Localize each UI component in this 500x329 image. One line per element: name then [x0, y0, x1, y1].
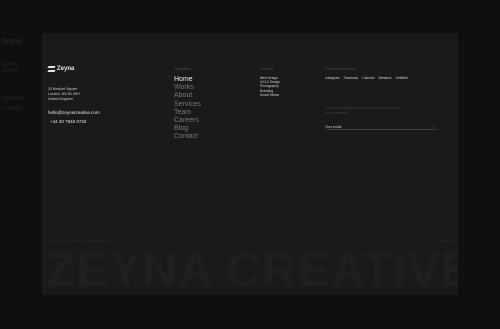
navigation-heading: Navigation — [174, 67, 191, 71]
backdrop-text: Services — [2, 96, 26, 102]
nav-item-about[interactable]: About — [174, 92, 201, 100]
service-social-media[interactable]: Social Media — [260, 93, 280, 97]
social-instagram[interactable]: Instagram — [325, 76, 340, 80]
social-facebook[interactable]: Facebook — [344, 76, 358, 80]
newsletter-submit-button[interactable]: → — [431, 123, 435, 128]
social-dribbble[interactable]: Dribbble — [396, 76, 408, 80]
brand-logo[interactable]: Zeyna — [48, 66, 74, 72]
footer-navigation: Home Works About Services Team Careers B… — [174, 76, 201, 142]
email-link[interactable]: hello@zeynacreative.com — [48, 110, 100, 115]
logo-icon — [48, 66, 55, 72]
social-linkedin[interactable]: LinkedIn — [362, 76, 374, 80]
services-list: Web Design UX/UI Design Photography Bran… — [260, 76, 280, 97]
footer-wordmark: ZEYNA CREATIVE — [46, 244, 458, 295]
backdrop-text: About — [2, 68, 18, 74]
nav-item-team[interactable]: Team — [174, 109, 201, 117]
phone-link[interactable]: +44 20 7946 0733 — [50, 119, 86, 124]
brand-name: Zeyna — [57, 66, 75, 72]
nav-item-blog[interactable]: Blog — [174, 125, 201, 133]
footer-panel: Zeyna 33 Bedford Square London, WC1B 3HH… — [42, 33, 458, 295]
nav-item-services[interactable]: Services — [174, 101, 201, 109]
backdrop-text: Zeyna — [2, 38, 22, 45]
social-links: Instagram Facebook LinkedIn Behance Drib… — [325, 76, 408, 80]
service-photography[interactable]: Photography — [260, 84, 280, 88]
nav-item-careers[interactable]: Careers — [174, 117, 201, 125]
newsletter-text: Join our newsletter to get the latest up… — [325, 106, 400, 115]
nav-item-home[interactable]: Home — [174, 76, 201, 84]
newsletter-email-input[interactable] — [325, 124, 437, 130]
social-heading: Follow us on socials — [325, 67, 357, 71]
address-block: 33 Bedford Square London, WC1B 3HH Unite… — [48, 87, 80, 102]
nav-item-works[interactable]: Works — [174, 84, 201, 92]
backdrop-text: Contact — [2, 106, 23, 112]
nav-item-contact[interactable]: Contact — [174, 133, 201, 141]
services-heading: Services — [260, 67, 274, 71]
social-behance[interactable]: Behance — [379, 76, 392, 80]
address-line: United Kingdom — [48, 97, 73, 101]
